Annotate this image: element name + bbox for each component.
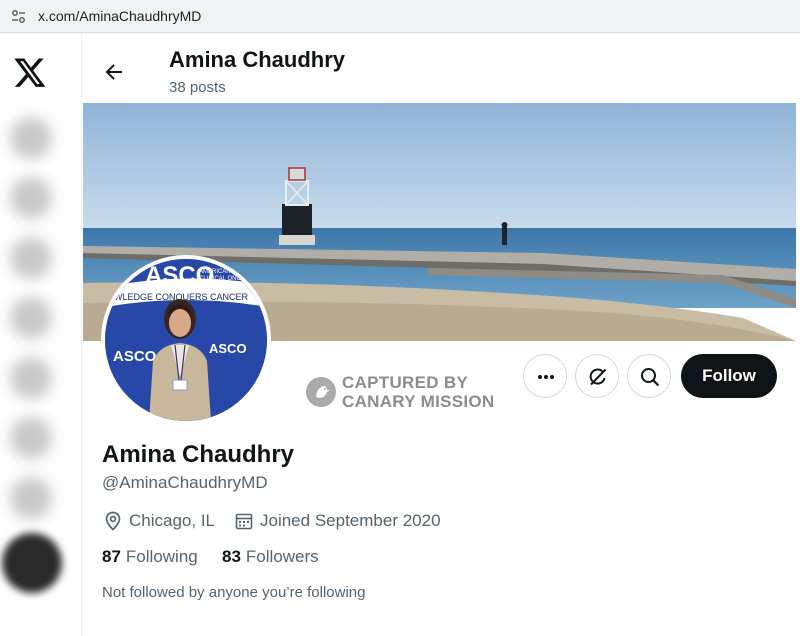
followers-label: Followers bbox=[245, 547, 319, 566]
search-posts-button[interactable] bbox=[627, 354, 671, 398]
followers-count: 83 bbox=[222, 547, 241, 566]
following-link[interactable]: 87 Following bbox=[102, 547, 198, 567]
profile-location: Chicago, IL bbox=[104, 511, 215, 531]
more-options-button[interactable] bbox=[523, 354, 567, 398]
canary-bird-icon bbox=[306, 377, 336, 407]
nav-item-profile-icon[interactable] bbox=[10, 477, 52, 519]
following-count: 87 bbox=[102, 547, 121, 566]
avatar-backdrop-text-3: AMERICAN bbox=[199, 269, 231, 275]
nav-item-notifications-icon[interactable] bbox=[10, 237, 52, 279]
post-compose-button[interactable] bbox=[2, 533, 62, 593]
joined-text: Joined September 2020 bbox=[260, 511, 441, 530]
profile-handle: @AminaChaudhryMD bbox=[102, 473, 268, 492]
follow-button[interactable]: Follow bbox=[681, 354, 777, 398]
profile-header: Amina Chaudhry 38 posts bbox=[82, 33, 800, 103]
tune-icon[interactable] bbox=[10, 8, 27, 25]
grok-icon bbox=[589, 368, 607, 386]
nav-item-home-icon[interactable] bbox=[10, 117, 52, 159]
following-label: Following bbox=[125, 547, 198, 566]
nav-item-bookmarks-icon[interactable] bbox=[10, 357, 52, 399]
profile-joined: Joined September 2020 bbox=[235, 511, 441, 531]
more-dots-icon bbox=[538, 375, 554, 379]
followers-link[interactable]: 83 Followers bbox=[222, 547, 319, 567]
nav-item-messages-icon[interactable] bbox=[10, 297, 52, 339]
x-logo-icon[interactable] bbox=[13, 55, 47, 89]
search-icon bbox=[641, 368, 660, 387]
calendar-icon bbox=[235, 513, 253, 530]
location-pin-icon bbox=[105, 511, 121, 531]
watermark-line-1: CAPTURED BY bbox=[342, 373, 469, 392]
avatar-image: ASCO AMERICAN CLINICAL ONCOLOGY OWLEDGE … bbox=[105, 259, 267, 421]
left-nav-rail bbox=[0, 33, 82, 636]
grok-button[interactable] bbox=[575, 354, 619, 398]
watermark-line-2: CANARY MISSION bbox=[342, 392, 495, 411]
followed-by-text: Not followed by anyone you’re following bbox=[102, 584, 366, 601]
browser-address-bar: x.com/AminaChaudhryMD bbox=[0, 0, 800, 33]
arrow-left-icon[interactable] bbox=[102, 60, 126, 84]
profile-avatar[interactable]: ASCO AMERICAN CLINICAL ONCOLOGY OWLEDGE … bbox=[101, 255, 271, 425]
nav-item-explore-icon[interactable] bbox=[10, 177, 52, 219]
svg-text:ASCO: ASCO bbox=[209, 341, 247, 356]
avatar-backdrop-text-2: ASCO bbox=[113, 348, 157, 365]
url-text[interactable]: x.com/AminaChaudhryMD bbox=[38, 8, 201, 24]
nav-item-communities-icon[interactable] bbox=[10, 417, 52, 459]
header-title: Amina Chaudhry bbox=[169, 47, 346, 72]
location-text: Chicago, IL bbox=[129, 511, 215, 530]
profile-display-name: Amina Chaudhry bbox=[102, 441, 295, 468]
post-count: 38 posts bbox=[169, 79, 226, 96]
